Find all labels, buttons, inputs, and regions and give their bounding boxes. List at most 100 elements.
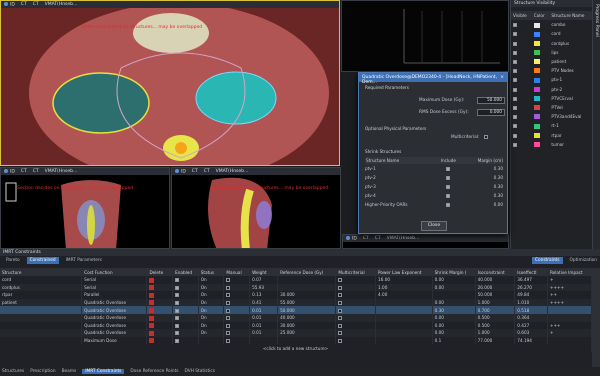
col-structure-name[interactable]: Structure Name (549, 11, 593, 21)
structure-cell[interactable]: cordplus (0, 283, 83, 292)
include-cell[interactable] (436, 164, 461, 173)
viewport-tab[interactable]: ID (4, 1, 15, 7)
manual-cell[interactable] (223, 283, 251, 292)
delete-icon[interactable] (149, 323, 155, 329)
manual-checkbox[interactable] (226, 293, 231, 298)
table-scrollbar[interactable] (592, 268, 600, 367)
visible-cell[interactable] (511, 29, 532, 38)
add-structure-link[interactable]: <click to add a new structure> (0, 344, 592, 352)
include-cell[interactable] (436, 173, 461, 182)
weight-cell[interactable]: 0.01 (249, 321, 279, 330)
cost-function-cell[interactable]: Quadratic Overdose (81, 313, 148, 322)
enabled-cell[interactable] (172, 298, 199, 307)
structure-cell[interactable]: cord (0, 276, 83, 284)
bottom-tab[interactable]: Beams (62, 369, 77, 374)
constraint-row[interactable]: cord Serial On 0.07 16.00 0.00 40.000 36.497 + (0, 276, 593, 284)
structure-row[interactable]: rtpar (511, 130, 593, 139)
manual-checkbox[interactable] (226, 308, 231, 313)
structure-row[interactable]: ptv-2 (511, 85, 593, 94)
multicriterial-cell[interactable] (335, 276, 377, 284)
color-cell[interactable] (532, 112, 550, 121)
visible-cell[interactable] (511, 94, 532, 103)
enabled-checkbox[interactable] (175, 323, 180, 328)
ref-dose-cell[interactable]: 50.000 (277, 306, 337, 314)
margin-cell[interactable]: 0.00 (461, 200, 503, 209)
power-cell[interactable] (375, 313, 433, 322)
structure-cell[interactable] (0, 329, 83, 337)
visible-checkbox[interactable] (513, 124, 517, 129)
visible-cell[interactable] (511, 20, 532, 29)
include-checkbox[interactable] (446, 167, 451, 171)
constraint-row[interactable]: cordplus Serial On 55.93 1.00 0.00 26.000 26.27… (0, 283, 593, 292)
visible-cell[interactable] (511, 66, 532, 75)
structure-row[interactable]: cord (511, 29, 593, 38)
visible-checkbox[interactable] (513, 96, 517, 101)
delete-icon[interactable] (149, 338, 155, 344)
visible-checkbox[interactable] (513, 60, 517, 65)
viewport-tab[interactable]: CT (21, 2, 27, 7)
margin-cell[interactable]: 0.30 (461, 164, 503, 173)
column-header[interactable]: Enabled (172, 268, 199, 276)
delete-cell[interactable] (146, 298, 174, 307)
visible-checkbox[interactable] (513, 115, 517, 120)
structure-row[interactable]: PTV3and4Eval (511, 112, 593, 121)
ref-dose-cell[interactable] (277, 283, 337, 292)
constraint-row[interactable]: Quadratic Overdose On 0.01 30.000 0.00 0.500 0… (0, 321, 593, 330)
structure-cell[interactable] (0, 336, 83, 345)
visible-checkbox[interactable] (513, 78, 517, 83)
tab-pareto[interactable]: Pareto (3, 257, 23, 264)
structure-row[interactable]: PTVel (511, 103, 593, 112)
shrink-row[interactable]: ptv-1 0.30 (365, 164, 503, 173)
color-cell[interactable] (532, 39, 550, 48)
manual-cell[interactable] (223, 298, 251, 307)
cost-function-cell[interactable]: Quadratic Overdose (81, 329, 148, 337)
multicriterial-cell[interactable] (335, 298, 377, 307)
max-dose-field[interactable]: 50.000 (477, 97, 505, 104)
color-swatch[interactable] (533, 77, 540, 83)
manual-cell[interactable] (223, 313, 251, 322)
visible-cell[interactable] (511, 140, 532, 149)
include-checkbox[interactable] (446, 185, 451, 189)
visible-cell[interactable] (511, 121, 532, 130)
delete-cell[interactable] (146, 329, 174, 337)
visible-cell[interactable] (511, 112, 532, 121)
delete-cell[interactable] (146, 321, 174, 330)
structure-row[interactable]: lips (511, 48, 593, 57)
viewport-tab[interactable]: CT (363, 236, 369, 241)
visible-checkbox[interactable] (513, 69, 517, 74)
column-header[interactable]: Structure (0, 268, 83, 276)
weight-cell[interactable]: 0.01 (249, 306, 279, 314)
visible-cell[interactable] (511, 48, 532, 57)
cost-function-cell[interactable]: Quadratic Overdose (81, 298, 148, 307)
add-structure-row[interactable]: <click to add a new structure> (0, 344, 592, 352)
delete-cell[interactable] (146, 291, 174, 299)
multicriterial-cell[interactable] (335, 306, 377, 314)
power-cell[interactable] (375, 329, 433, 337)
constraint-row[interactable]: Quadratic Overdose On 0.01 25.000 0.00 1.000 0… (0, 329, 593, 337)
ref-dose-cell[interactable]: 40.000 (277, 313, 337, 322)
color-cell[interactable] (532, 66, 550, 75)
ref-dose-cell[interactable]: 25.000 (277, 329, 337, 337)
shrink-cell[interactable]: 0.00 (432, 276, 476, 284)
viewport-sagittal-left[interactable]: ID CT CT VMAT(Hnseb... Section decides o… (0, 167, 170, 249)
power-cell[interactable] (375, 306, 433, 314)
viewport-tab[interactable]: VMAT(Hnseb... (216, 169, 249, 174)
shrink-row[interactable]: ptv-2 0.30 (365, 173, 503, 182)
viewport-tab[interactable]: ID (175, 168, 186, 174)
weight-cell[interactable] (249, 336, 279, 345)
ref-dose-cell[interactable] (277, 336, 337, 345)
cost-function-cell[interactable]: Quadratic Overdose (81, 321, 148, 330)
progress-panel-tab[interactable]: Progress Panel (592, 0, 600, 249)
close-button[interactable]: Close (421, 221, 447, 231)
power-cell[interactable] (375, 336, 433, 345)
visible-cell[interactable] (511, 75, 532, 84)
multicriterial-cell[interactable] (335, 291, 377, 299)
weight-cell[interactable]: 0.41 (249, 298, 279, 307)
power-cell[interactable]: 1.00 (375, 283, 433, 292)
visible-checkbox[interactable] (513, 50, 517, 55)
visible-cell[interactable] (511, 57, 532, 66)
color-swatch[interactable] (533, 31, 540, 37)
viewport-tab[interactable]: CT (21, 169, 27, 174)
visible-checkbox[interactable] (513, 23, 517, 28)
viewport-tab[interactable]: VMAT(Hnseb... (45, 2, 78, 7)
